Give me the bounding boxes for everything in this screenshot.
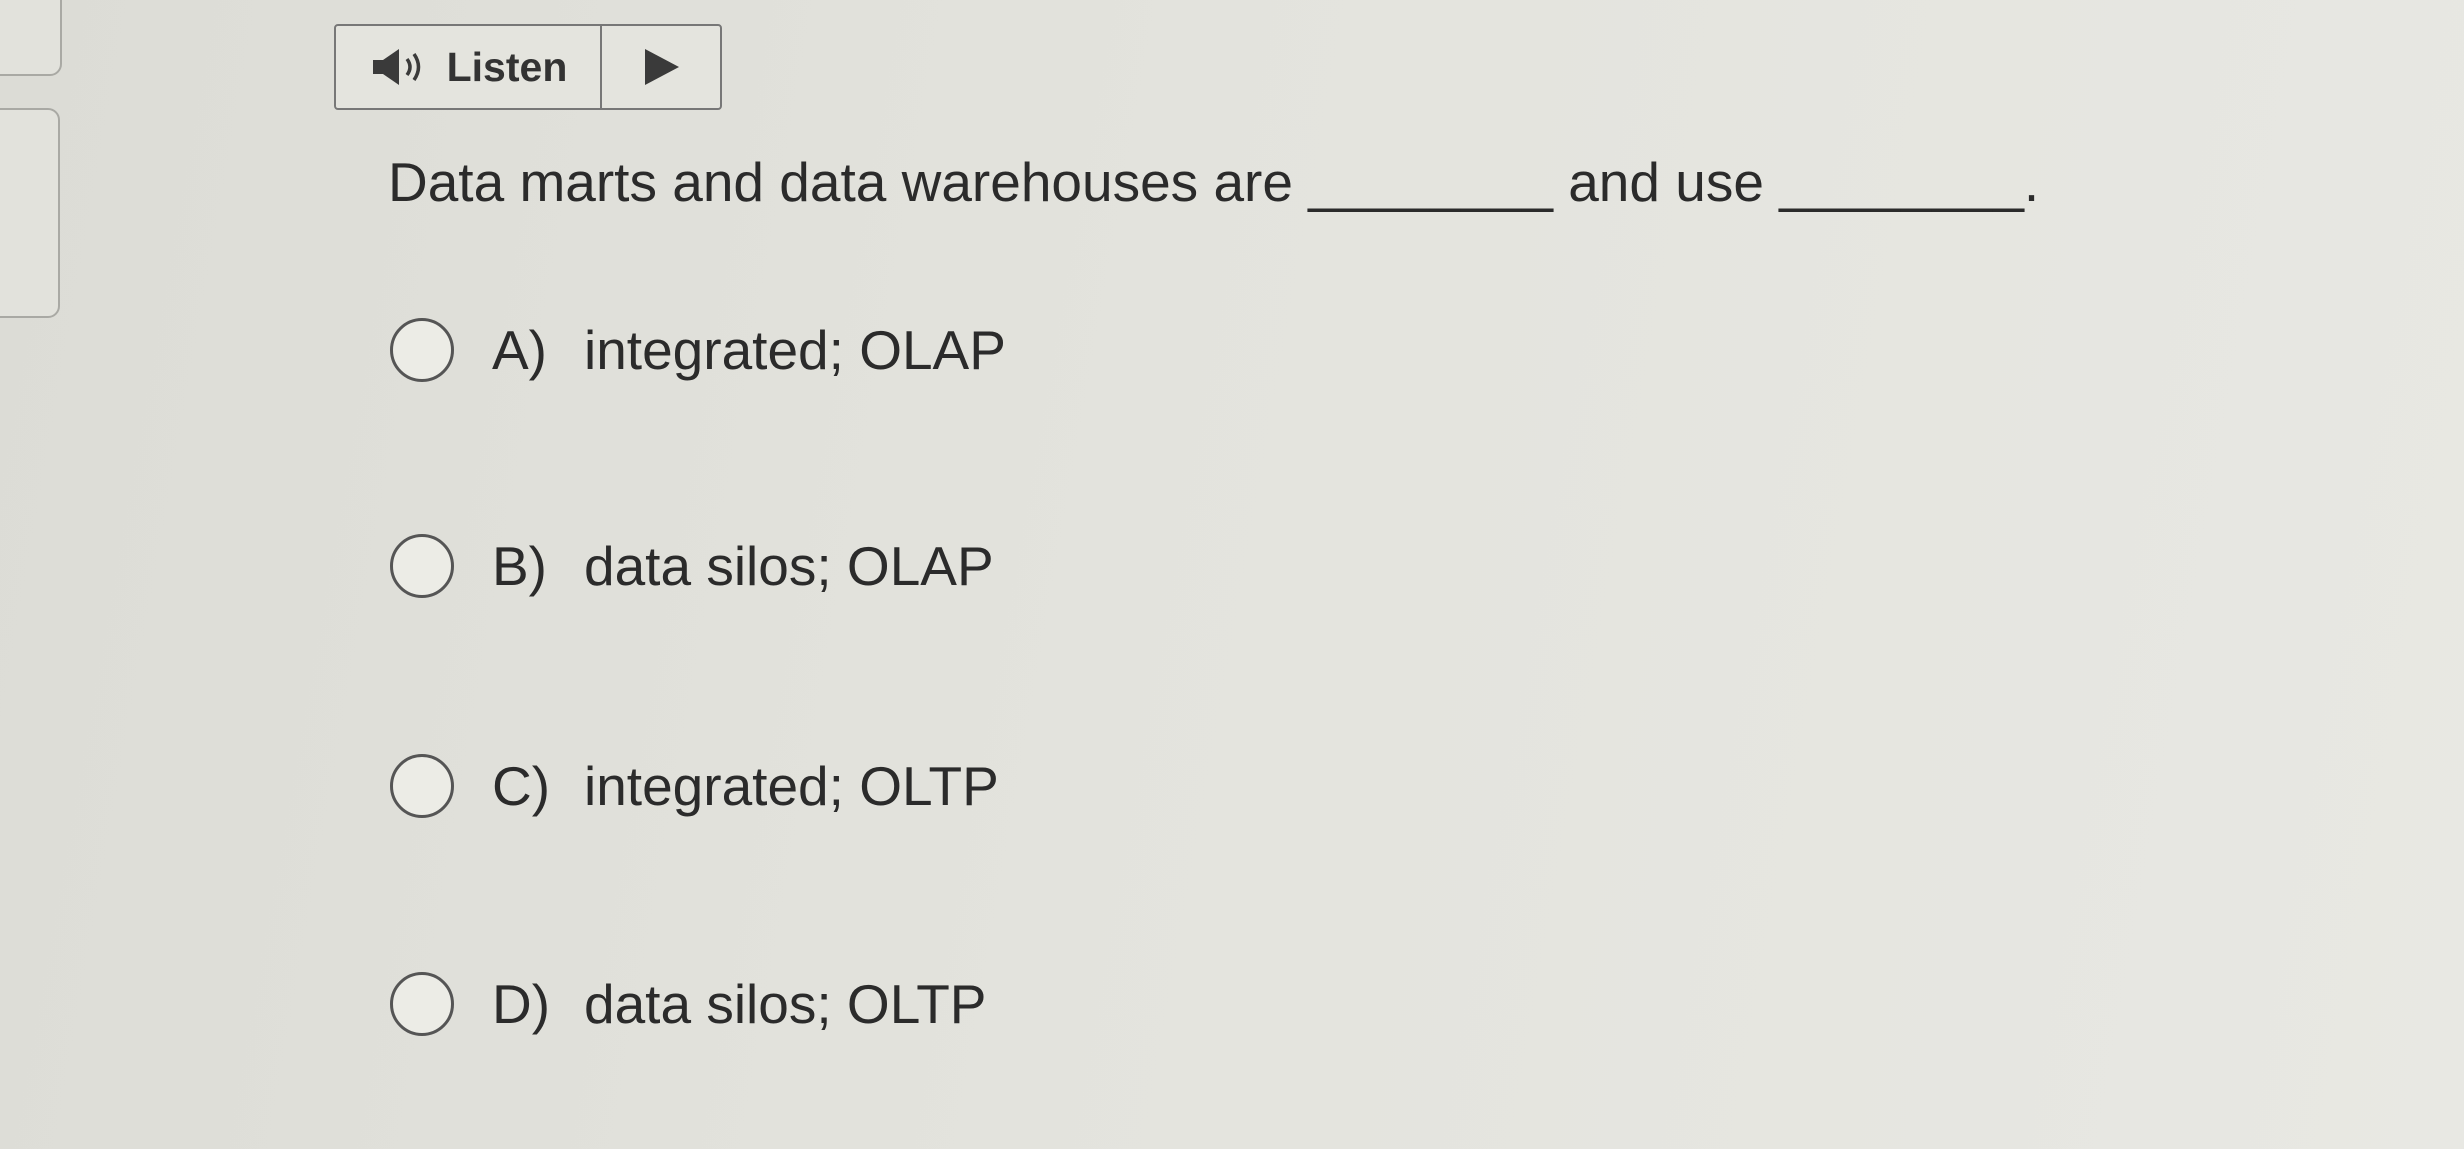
side-panel-tab-top[interactable] <box>0 0 62 76</box>
radio-button-a[interactable] <box>390 318 454 382</box>
listen-button[interactable]: Listen <box>336 26 602 108</box>
play-button[interactable] <box>602 26 720 108</box>
option-text: data silos; OLAP <box>584 535 994 597</box>
option-text: integrated; OLTP <box>584 755 999 817</box>
side-panel-tab-middle[interactable] <box>0 108 60 318</box>
radio-button-b[interactable] <box>390 534 454 598</box>
option-letter: A) <box>492 319 547 381</box>
radio-button-d[interactable] <box>390 972 454 1036</box>
option-letter: B) <box>492 535 547 597</box>
speaker-icon <box>372 49 420 85</box>
option-text: integrated; OLAP <box>584 319 1006 381</box>
read-aloud-toolbar: Listen <box>334 24 722 110</box>
play-icon <box>645 49 679 85</box>
option-text: data silos; OLTP <box>584 973 987 1035</box>
option-b[interactable]: B) data silos; OLAP <box>390 534 994 598</box>
question-text: Data marts and data warehouses are _____… <box>388 151 2040 213</box>
listen-label: Listen <box>446 43 568 90</box>
option-a[interactable]: A) integrated; OLAP <box>390 318 1006 382</box>
option-c[interactable]: C) integrated; OLTP <box>390 754 999 818</box>
option-letter: C) <box>492 755 551 817</box>
option-letter: D) <box>492 973 551 1035</box>
option-d[interactable]: D) data silos; OLTP <box>390 972 986 1036</box>
radio-button-c[interactable] <box>390 754 454 818</box>
